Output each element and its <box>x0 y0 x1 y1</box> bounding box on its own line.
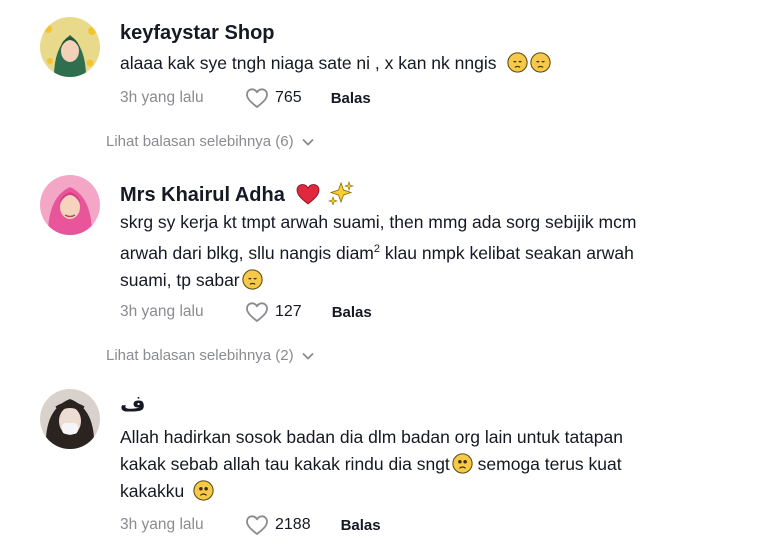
comment-text-part: arwah dari blkg, sllu nangis diam <box>120 242 374 263</box>
like-count: 765 <box>275 89 302 106</box>
username[interactable]: ف <box>120 391 146 417</box>
comment-meta: 3h yang lalu 127 Balas <box>120 300 372 324</box>
sad-face-emoji <box>242 269 263 290</box>
sad-face-emoji <box>507 52 528 73</box>
sparkles-emoji <box>328 181 354 206</box>
red-heart-emoji <box>297 184 320 205</box>
username[interactable]: keyfaystar Shop <box>120 22 275 45</box>
comment-text: alaaa kak sye tngh niaga sate ni , x kan… <box>120 50 720 77</box>
username[interactable]: Mrs Khairul Adha <box>120 181 354 207</box>
comment-text-part: semoga terus kuat <box>472 454 622 474</box>
view-more-replies-label: Lihat balasan selebihnya (2) <box>106 347 294 364</box>
comment-text-part: kakak sebab allah tau kakak rindu dia sn… <box>120 454 450 474</box>
timestamp: 3h yang lalu <box>120 303 204 320</box>
heart-outline-icon[interactable] <box>245 87 269 109</box>
comment-text-line: suami, tp sabar <box>120 267 720 294</box>
view-more-replies-label: Lihat balasan selebihnya (6) <box>106 133 294 150</box>
view-more-replies[interactable]: Lihat balasan selebihnya (2) <box>106 347 314 364</box>
avatar[interactable] <box>40 175 100 235</box>
heart-outline-icon[interactable] <box>245 301 269 323</box>
heart-outline-icon[interactable] <box>245 514 269 536</box>
comment-text-part: klau nmpk kelibat seakan arwah <box>380 242 634 263</box>
timestamp: 3h yang lalu <box>120 516 204 533</box>
like-count: 127 <box>275 303 302 320</box>
comment-text-part: kakakku <box>120 481 190 501</box>
comment-text-body: alaaa kak sye tngh niaga sate ni , x kan… <box>120 53 497 73</box>
chevron-down-icon <box>301 352 314 360</box>
reply-button[interactable]: Balas <box>332 304 372 321</box>
worried-face-emoji <box>452 453 473 474</box>
comment-text-line: skrg sy kerja kt tmpt arwah suami, then … <box>120 212 637 232</box>
avatar[interactable] <box>40 17 100 77</box>
reply-button[interactable]: Balas <box>341 517 381 534</box>
view-more-replies[interactable]: Lihat balasan selebihnya (6) <box>106 133 314 150</box>
comment-text-line: kakak sebab allah tau kakak rindu dia sn… <box>120 451 720 478</box>
comment-text-line: kakakku <box>120 478 720 505</box>
comment-text-line: arwah dari blkg, sllu nangis diam2 klau … <box>120 236 720 267</box>
comment-text: Allah hadirkan sosok badan dia dlm badan… <box>120 424 720 505</box>
worried-face-emoji <box>193 480 214 501</box>
comment-text-part: suami, tp sabar <box>120 269 240 290</box>
like-count: 2188 <box>275 516 311 533</box>
avatar[interactable] <box>40 389 100 449</box>
comment-meta: 3h yang lalu 765 Balas <box>120 86 371 110</box>
sad-face-emoji <box>530 52 551 73</box>
reply-button[interactable]: Balas <box>331 90 371 107</box>
comment-text-line: Allah hadirkan sosok badan dia dlm badan… <box>120 427 623 447</box>
comment-meta: 3h yang lalu 2188 Balas <box>120 513 381 537</box>
timestamp: 3h yang lalu <box>120 89 204 106</box>
chevron-down-icon <box>301 138 314 146</box>
comment-text: skrg sy kerja kt tmpt arwah suami, then … <box>120 209 720 294</box>
username-label: Mrs Khairul Adha <box>120 184 285 206</box>
